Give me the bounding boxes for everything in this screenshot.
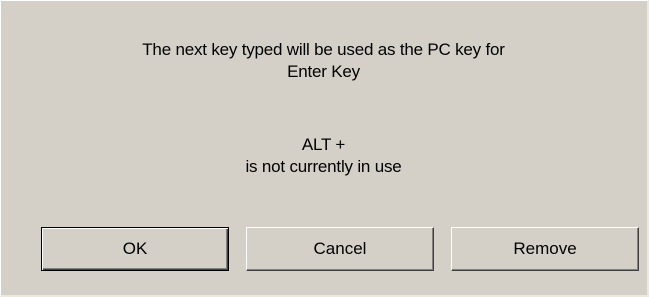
key-usage-status: is not currently in use	[245, 157, 402, 176]
instruction-message: The next key typed will be used as the P…	[1, 39, 646, 83]
ok-button[interactable]: OK	[41, 227, 229, 271]
instruction-line: The next key typed will be used as the P…	[142, 40, 505, 59]
remove-button[interactable]: Remove	[451, 227, 639, 271]
cancel-button[interactable]: Cancel	[246, 227, 434, 271]
target-key-name: Enter Key	[287, 62, 360, 81]
key-assignment-dialog: The next key typed will be used as the P…	[0, 0, 649, 297]
current-key-combination: ALT +	[301, 135, 346, 154]
key-status-message: ALT + is not currently in use	[1, 134, 646, 178]
